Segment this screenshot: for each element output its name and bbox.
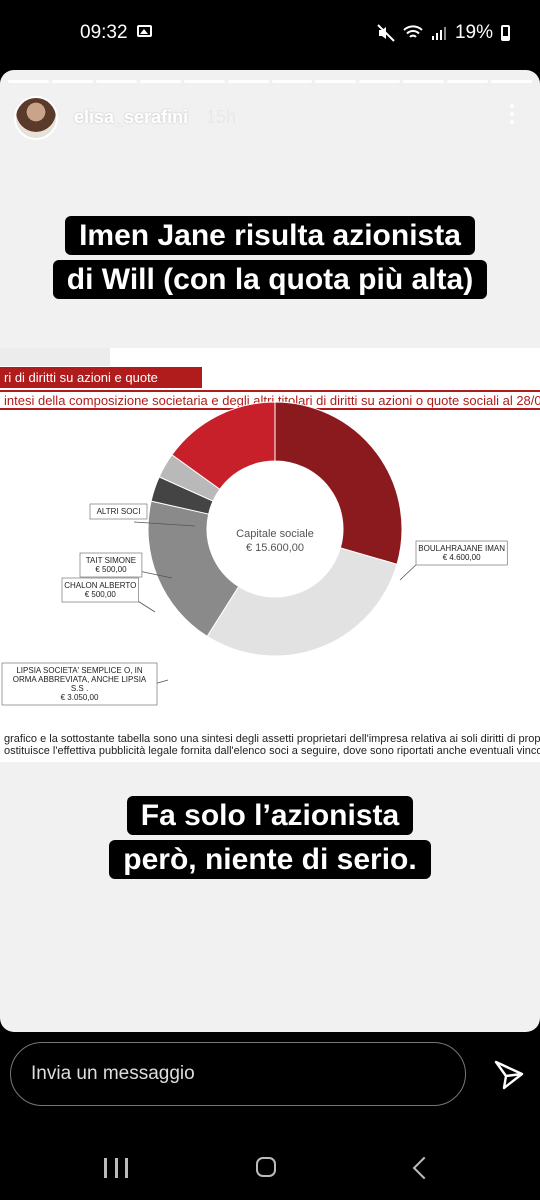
story-viewer[interactable]: elisa_serafini 15h Imen Jane risulta azi… [0, 70, 540, 1032]
story-progress-segment [8, 80, 49, 83]
doc-footnote: grafico e la sottostante tabella sono un… [0, 733, 540, 757]
slice-label: € 500,00 [95, 565, 127, 574]
slice-label: LIPSIA SOCIETA' SEMPLICE O, IN [16, 666, 143, 675]
system-nav-bar [0, 1130, 540, 1200]
status-time: 09:32 [80, 22, 128, 43]
story-progress-segment [183, 80, 225, 83]
more-options-icon[interactable] [508, 104, 516, 128]
chart-center-label: Capitale sociale [236, 528, 314, 540]
donut-slice [206, 547, 398, 657]
slice-label: € 4.600,00 [443, 553, 481, 562]
story-progress-segment [95, 80, 137, 83]
story-time-ago: 15h [206, 107, 237, 127]
slice-label: BOULAHRAJANE IMAN [418, 544, 505, 553]
story-progress-bar [8, 80, 533, 83]
status-right: 19% [377, 22, 510, 44]
story-progress-segment [359, 80, 401, 83]
story-caption-top: Imen Jane risulta azionista di Will (con… [28, 214, 512, 302]
document-screenshot: ri di diritti su azioni e quote intesi d… [0, 348, 540, 762]
story-progress-segment [403, 80, 445, 83]
send-icon[interactable] [492, 1058, 526, 1092]
slice-label: ORMA ABBREVIATA, ANCHE LIPSIA [13, 675, 147, 684]
slice-label: € 500,00 [85, 590, 117, 599]
story-progress-segment [227, 80, 269, 83]
slice-label: TAIT SIMONE [86, 556, 136, 565]
mute-icon [377, 24, 395, 42]
battery-percent: 19% [454, 22, 493, 43]
story-progress-segment [447, 80, 489, 83]
slice-label: € 3.050,00 [61, 693, 99, 702]
wifi-icon [403, 25, 423, 38]
back-button[interactable] [412, 1156, 436, 1180]
story-progress-segment [51, 80, 93, 83]
slice-label: S.S . [71, 684, 88, 693]
image-notification-icon [137, 25, 152, 37]
avatar[interactable] [14, 96, 58, 140]
chart-center-value: € 15.600,00 [246, 542, 304, 554]
caption-top-line1: Imen Jane risulta azionista [65, 216, 475, 255]
slice-label: ALTRI SOCI [97, 507, 141, 516]
story-progress-segment [315, 80, 357, 83]
signal-icon [431, 27, 446, 40]
status-bar: 09:32 19% [0, 0, 540, 66]
story-username[interactable]: elisa_serafini [74, 107, 188, 128]
home-button[interactable] [256, 1157, 276, 1177]
slice-label: CHALON ALBERTO [64, 581, 136, 590]
caption-top-line2: di Will (con la quota più alta) [52, 260, 488, 299]
story-progress-segment [139, 80, 181, 83]
caption-bottom-line1: Fa solo l’azionista [126, 796, 414, 835]
story-progress-segment [491, 80, 533, 83]
message-input[interactable]: Invia un messaggio [10, 1042, 466, 1106]
doc-footnote-line1: grafico e la sottostante tabella sono un… [4, 733, 540, 745]
caption-bottom-line2: però, niente di serio. [109, 840, 431, 879]
ownership-donut-chart: BOULAHRAJANE IMAN€ 4.600,00"HELMCONSULTI… [1, 401, 508, 706]
story-caption-bottom: Fa solo l’azionista però, niente di seri… [90, 794, 450, 882]
doc-footnote-line2: ostituisce l'effettiva pubblicità legale… [4, 745, 540, 757]
battery-icon [501, 25, 510, 41]
message-placeholder: Invia un messaggio [31, 1063, 195, 1084]
story-progress-segment [271, 80, 313, 83]
recent-apps-button[interactable] [104, 1158, 128, 1178]
